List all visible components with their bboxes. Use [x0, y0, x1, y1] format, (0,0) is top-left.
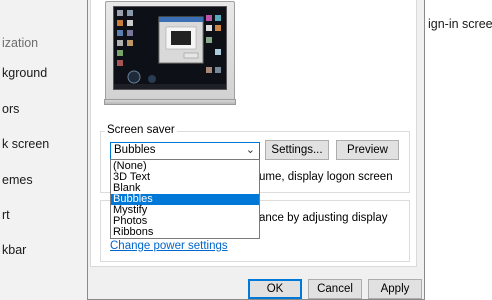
preview-button[interactable]: Preview — [336, 140, 399, 160]
screen-saver-select[interactable]: Bubbles ⌄ — [110, 142, 260, 160]
screen-saver-select-value: Bubbles — [114, 144, 156, 156]
settings-content-pane: ign-in screen — [425, 0, 492, 300]
dropdown-option-ribbons[interactable]: Ribbons — [111, 227, 259, 238]
settings-nav-item-background[interactable]: kground — [2, 66, 47, 80]
chevron-down-icon[interactable]: ⌄ — [246, 143, 255, 156]
settings-nav-header: ization — [2, 36, 39, 50]
screen-saver-legend: Screen saver — [105, 124, 177, 136]
monitor-stand — [104, 99, 236, 105]
power-description-text: ance by adjusting display — [259, 212, 388, 224]
settings-nav-item-lock-screen[interactable]: k screen — [2, 137, 49, 151]
screen-saver-dropdown-list[interactable]: (None) 3D Text Blank Bubbles Mystify Pho… — [110, 159, 260, 239]
settings-nav-item-colors[interactable]: ors — [2, 102, 19, 116]
settings-nav-item-themes[interactable]: emes — [2, 173, 33, 187]
desktop-thumbnail-icon — [114, 7, 226, 89]
signin-screen-text: ign-in screen — [428, 17, 492, 31]
settings-nav-item-taskbar[interactable]: kbar — [2, 243, 26, 257]
preview-screen — [113, 6, 227, 90]
change-power-settings-link[interactable]: Change power settings — [110, 240, 228, 252]
cancel-button[interactable]: Cancel — [308, 279, 362, 299]
monitor-preview — [104, 1, 236, 105]
ok-button[interactable]: OK — [248, 279, 302, 299]
settings-nav-item-start[interactable]: rt — [2, 208, 10, 222]
resume-logon-text: ume, display logon screen — [259, 171, 393, 183]
apply-button[interactable]: Apply — [368, 279, 422, 299]
settings-button[interactable]: Settings... — [265, 140, 329, 160]
settings-nav-pane: ization kground ors k screen emes rt kba… — [0, 0, 90, 300]
